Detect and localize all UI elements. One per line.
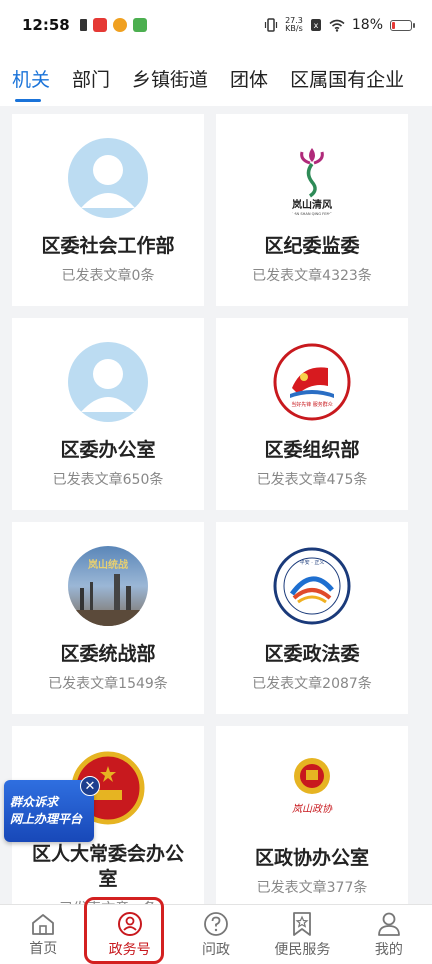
nav-label: 问政 [202, 941, 231, 958]
vibrate-icon [264, 18, 278, 32]
svg-text:x: x [314, 21, 319, 30]
complaint-platform-banner[interactable]: 群众诉求 网上办理平台 ✕ [4, 776, 100, 842]
account-name: 区纪委监委 [264, 235, 360, 257]
battery-level [392, 21, 396, 29]
app-notification-icon [132, 18, 147, 32]
account-card[interactable]: 岚山清风 LAN SHAN QING FENG 区纪委监委 已发表文章4323条 [216, 114, 408, 306]
article-count: 已发表文章650条 [52, 472, 164, 488]
lanshan-qingfeng-logo: 岚山清风 LAN SHAN QING FENG [272, 138, 352, 218]
nav-label: 便民服务 [274, 941, 331, 958]
nav-inquiry[interactable]: 问政 [173, 905, 259, 964]
account-name: 区委组织部 [264, 439, 360, 461]
tab-groups[interactable]: 团体 [219, 50, 279, 106]
nav-label: 政务号 [108, 941, 151, 958]
question-icon [204, 911, 228, 936]
category-tabs: 机关 部门 乡镇街道 团体 区属国有企业 [0, 50, 432, 106]
bookmark-star-icon [293, 911, 312, 936]
tab-departments[interactable]: 部门 [61, 50, 121, 106]
account-name: 区委政法委 [264, 643, 360, 665]
app-notification-icon [92, 18, 107, 32]
party-flag-logo: 当好先锋 服务群众 [272, 342, 352, 422]
article-count: 已发表文章1549条 [48, 676, 168, 692]
account-name: 区政协办公室 [254, 847, 369, 869]
battery-icon [390, 19, 415, 31]
close-icon[interactable]: ✕ [80, 776, 100, 796]
politics-law-logo: 平安 · 正义 [272, 546, 352, 626]
account-card[interactable]: 区委办公室 已发表文章650条 [12, 318, 204, 510]
city-photo-logo: 岚山统战 [68, 546, 148, 626]
account-card[interactable]: 当好先锋 服务群众 区委组织部 已发表文章475条 [216, 318, 408, 510]
network-speed: 27.3 KB/s [285, 17, 303, 33]
article-count: 已发表文章2087条 [252, 676, 372, 692]
nav-mine[interactable]: 我的 [346, 905, 432, 964]
status-time: 12:58 [22, 16, 70, 34]
nav-public-services[interactable]: 便民服务 [259, 905, 345, 964]
default-avatar-icon [68, 342, 148, 422]
account-name: 区委社会工作部 [41, 235, 175, 257]
nav-label: 首页 [29, 940, 58, 957]
tab-state-owned-enterprises[interactable]: 区属国有企业 [279, 50, 415, 106]
status-bar: 12:58 27.3 KB/s x 18% [0, 0, 432, 50]
article-count: 已发表文章0条 [61, 268, 155, 284]
account-card[interactable]: 平安 · 正义 区委政法委 已发表文章2087条 [216, 522, 408, 714]
article-count: 已发表文章4323条 [252, 268, 372, 284]
person-icon [377, 912, 400, 936]
logo-subtext: LAN SHAN QING FENG [292, 212, 332, 216]
tab-organs[interactable]: 机关 [12, 50, 61, 106]
account-card[interactable]: 区委社会工作部 已发表文章0条 [12, 114, 204, 306]
wifi-icon [329, 19, 345, 32]
nav-label: 我的 [374, 941, 403, 958]
logo-text: 当好先锋 服务群众 [291, 401, 333, 408]
nav-government-account[interactable]: 政务号 [86, 905, 172, 964]
logo-text: 平安 · 正义 [300, 559, 325, 566]
nav-home[interactable]: 首页 [0, 905, 86, 964]
bottom-navigation: 首页 政务号 问政 便民服务 我的 [0, 904, 432, 964]
article-count: 已发表文章377条 [256, 880, 368, 896]
battery-percentage: 18% [351, 17, 383, 33]
default-avatar-icon [68, 138, 148, 218]
cppcc-emblem-logo: 岚山政协 [272, 750, 352, 830]
account-name: 区人大常委会办公室 [32, 843, 185, 890]
sim-card-icon: x [310, 19, 321, 31]
sim-icon [79, 19, 87, 31]
network-speed-unit: KB/s [285, 24, 303, 33]
banner-line2: 网上办理平台 [10, 812, 83, 826]
government-account-icon [117, 911, 142, 936]
account-card[interactable]: 岚山政协 区政协办公室 已发表文章377条 [216, 726, 408, 918]
home-icon [32, 913, 55, 935]
account-name: 区委统战部 [60, 643, 156, 665]
logo-text: 岚山清风 [292, 198, 332, 211]
logo-text: 岚山统战 [88, 558, 128, 571]
banner-line1: 群众诉求 [10, 795, 59, 809]
tab-towns-streets[interactable]: 乡镇街道 [121, 50, 219, 106]
account-name: 区委办公室 [60, 439, 156, 461]
article-count: 已发表文章475条 [256, 472, 368, 488]
account-card[interactable]: 岚山统战 区委统战部 已发表文章1549条 [12, 522, 204, 714]
logo-text: 岚山政协 [292, 803, 333, 815]
weibo-icon [112, 18, 127, 32]
